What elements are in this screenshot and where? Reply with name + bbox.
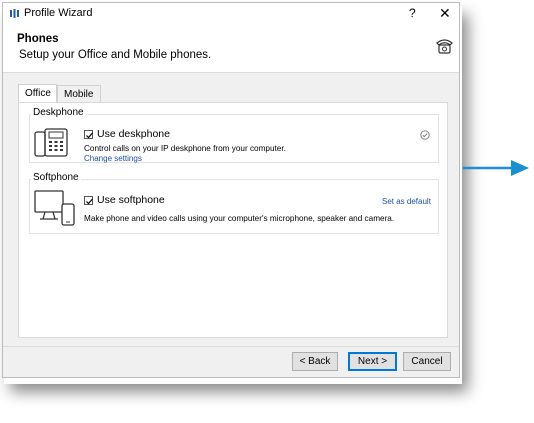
telephone-icon <box>436 39 453 54</box>
use-deskphone-checkbox[interactable] <box>84 130 93 139</box>
softphone-description: Make phone and video calls using your co… <box>84 214 395 223</box>
deskphone-icon <box>34 128 68 157</box>
set-as-default-link[interactable]: Set as default <box>382 197 431 206</box>
deskphone-description: Control calls on your IP deskphone from … <box>84 144 286 153</box>
checkmark-icon <box>86 132 93 139</box>
tab-office[interactable]: Office <box>18 84 57 103</box>
title-bar: Profile Wizard ? ✕ <box>3 3 459 25</box>
help-button[interactable]: ? <box>409 6 416 20</box>
softphone-group-label: Softphone <box>31 172 81 183</box>
profile-wizard-window: Profile Wizard ? ✕ Phones Setup your Off… <box>2 2 460 378</box>
close-button[interactable]: ✕ <box>439 5 451 22</box>
wizard-header: Phones Setup your Office and Mobile phon… <box>3 25 459 73</box>
tab-mobile[interactable]: Mobile <box>57 85 101 102</box>
use-softphone-label: Use softphone <box>97 194 165 206</box>
office-tab-panel: Deskphone Use deskphone Control calls on… <box>18 102 448 338</box>
back-button[interactable]: < Back <box>292 352 338 371</box>
window-title: Profile Wizard <box>24 7 93 19</box>
cancel-button[interactable]: Cancel <box>403 352 451 371</box>
checkmark-icon <box>86 198 93 205</box>
use-softphone-checkbox[interactable] <box>84 196 93 205</box>
page-title: Phones <box>17 33 59 45</box>
footer-divider <box>3 346 459 347</box>
softphone-group <box>29 179 439 234</box>
app-icon <box>10 9 19 18</box>
computer-icon <box>34 190 75 226</box>
arrow-right-icon <box>463 160 529 176</box>
use-deskphone-label: Use deskphone <box>97 128 170 140</box>
change-settings-link[interactable]: Change settings <box>84 154 142 163</box>
deskphone-group-label: Deskphone <box>31 107 86 118</box>
page-subtitle: Setup your Office and Mobile phones. <box>19 49 212 61</box>
next-button[interactable]: Next > <box>348 352 397 371</box>
default-check-icon <box>420 130 430 140</box>
